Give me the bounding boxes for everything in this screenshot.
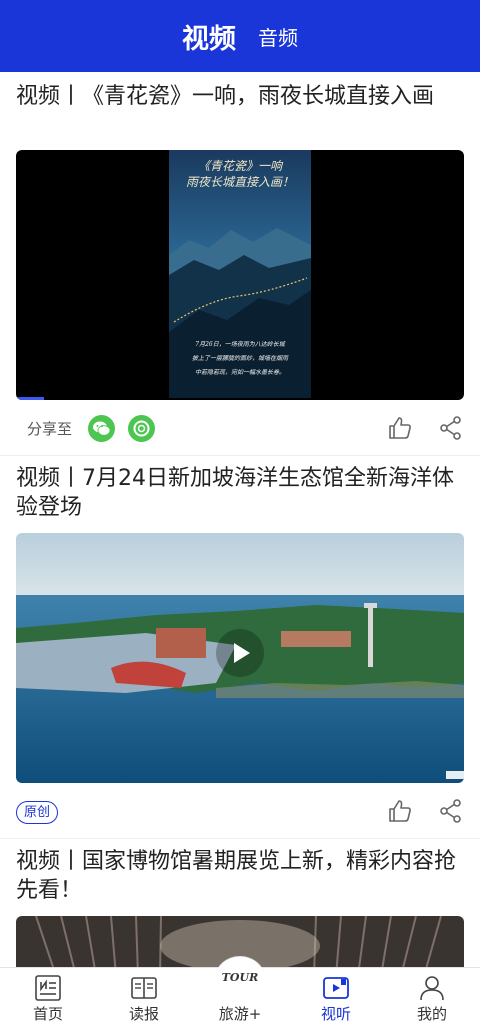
media-icon [323,977,349,999]
wechat-share-button[interactable] [88,415,115,442]
share-label: 分享至 [27,420,73,438]
newspaper-icon [35,975,61,1001]
nav-home-label: 首页 [32,1005,63,1023]
tour-logo: TOUR [221,971,259,984]
nav-read-paper-label: 读报 [128,1005,159,1023]
moments-icon [133,420,150,437]
user-icon [420,976,444,1001]
video-title[interactable]: 视频丨国家博物馆暑期展览上新，精彩内容抢先看！ [16,847,456,905]
share-icon [440,416,461,440]
moments-share-button[interactable] [128,415,155,442]
nav-profile[interactable]: 我的 [384,968,480,1028]
top-bar: 视频 音频 [0,0,480,72]
bottom-nav: 首页 读报 TOUR 旅游+ 视听 我的 [0,956,480,1028]
nav-travel-label: 旅游+ [218,1005,262,1023]
thumbs-up-icon [389,800,411,822]
original-badge: 原创 [16,801,59,824]
like-button[interactable] [386,797,414,825]
tab-video[interactable]: 视频 [182,17,236,56]
divider [0,455,480,456]
share-button[interactable] [437,414,465,442]
video-player[interactable]: 《青花瓷》一响 雨夜长城直接入画！ 7月26日，一场夜雨为八达岭长城 披上了一层… [16,150,464,400]
play-button[interactable] [216,629,264,677]
nav-home[interactable]: 首页 [0,968,96,1028]
video-title[interactable]: 视频丨《青花瓷》一响，雨夜长城直接入画 [16,82,456,111]
thumbs-up-icon [389,417,411,439]
video-player[interactable] [16,533,464,783]
share-icon [440,799,461,823]
nav-audio-visual[interactable]: 视听 [288,968,384,1028]
tab-audio[interactable]: 音频 [258,22,298,51]
nav-profile-label: 我的 [416,1005,447,1023]
overlay-title: 《青花瓷》一响 雨夜长城直接入画！ [185,159,294,189]
action-bar: 分享至 [0,402,480,454]
divider [0,838,480,839]
book-icon [131,977,157,999]
like-button[interactable] [386,414,414,442]
nav-travel[interactable]: TOUR 旅游+ [192,956,288,1028]
wechat-icon [93,421,111,436]
nav-audio-visual-label: 视听 [320,1005,351,1023]
video-title[interactable]: 视频丨7月24日新加坡海洋生态馆全新海洋体验登场 [16,464,456,522]
share-button[interactable] [437,797,465,825]
overlay-caption: 7月26日，一场夜雨为八达岭长城 披上了一层朦胧的面纱，城墙在烟雨 中若隐若现，… [191,341,288,376]
play-icon [234,643,250,663]
nav-read-paper[interactable]: 读报 [96,968,192,1028]
action-bar: 原创 [0,785,480,837]
progress-bar [16,397,44,400]
